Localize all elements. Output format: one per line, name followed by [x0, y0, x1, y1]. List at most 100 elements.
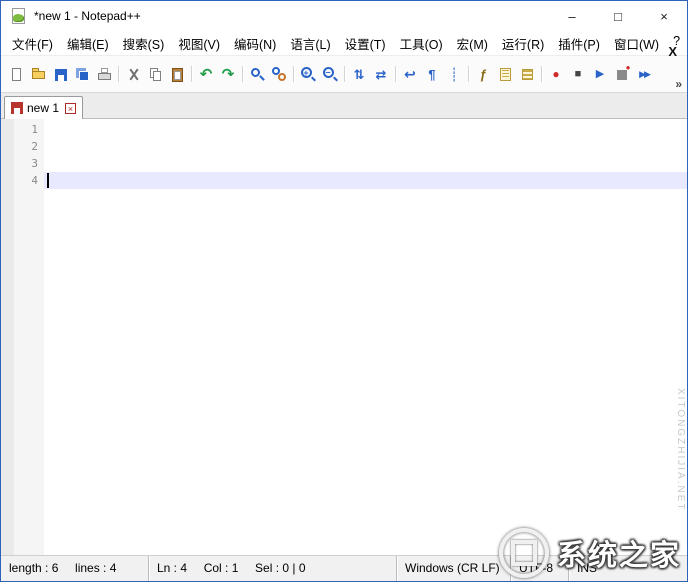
toolbar-separator: [541, 66, 542, 82]
toolbar-separator: [344, 66, 345, 82]
line-number: 4: [14, 172, 38, 189]
menu-item-tools[interactable]: 工具(O): [393, 31, 450, 56]
cut-glyph: [125, 66, 142, 83]
sync-horizontal-icon[interactable]: [370, 63, 392, 85]
menu-items: 文件(F)编辑(E)搜索(S)视图(V)编码(N)语言(L)设置(T)工具(O)…: [5, 31, 687, 56]
menu-item-encoding[interactable]: 编码(N): [227, 31, 283, 56]
menu-item-macro[interactable]: 宏(M): [450, 31, 495, 56]
status-bar: length : 6 lines : 4Ln : 4 Col : 1 Sel :…: [1, 555, 687, 581]
toolbar-separator: [293, 66, 294, 82]
unsaved-document-icon: [11, 102, 23, 114]
redo-icon[interactable]: [217, 63, 239, 85]
paste-icon[interactable]: [166, 63, 188, 85]
sync-vertical-glyph: [351, 66, 368, 83]
menubar-close-x[interactable]: X: [668, 44, 677, 59]
menu-item-view[interactable]: 视图(V): [171, 31, 227, 56]
tab-new-1[interactable]: new 1 ×: [4, 96, 83, 119]
save-file-icon[interactable]: [49, 63, 71, 85]
line-number-gutter: 1234: [14, 119, 44, 555]
document-list-icon[interactable]: [516, 63, 538, 85]
menu-item-file[interactable]: 文件(F): [5, 31, 60, 56]
replace-glyph: [271, 66, 288, 83]
cut-icon[interactable]: [122, 63, 144, 85]
play-macro-glyph: [592, 66, 609, 83]
save-file-glyph: [52, 66, 69, 83]
status-position: Ln : 4 Col : 1 Sel : 0 | 0: [149, 556, 397, 581]
run-macro-multiple-icon[interactable]: [633, 63, 655, 85]
toolbar-icons: [5, 63, 655, 85]
tab-bar: new 1 ×: [1, 93, 687, 119]
menu-item-window[interactable]: 窗口(W): [607, 31, 666, 56]
editor-area[interactable]: 1234: [1, 119, 687, 555]
line-number: 3: [14, 155, 38, 172]
toolbar: »: [1, 55, 687, 93]
print-glyph: [96, 66, 113, 83]
toolbar-overflow-chevron[interactable]: »: [675, 77, 682, 91]
undo-icon[interactable]: [195, 63, 217, 85]
show-all-chars-glyph: [424, 66, 441, 83]
run-macro-multiple-glyph: [636, 66, 653, 83]
menu-item-search[interactable]: 搜索(S): [116, 31, 172, 56]
zoom-in-icon[interactable]: [297, 63, 319, 85]
line-number: 1: [14, 121, 38, 138]
function-list-glyph: [475, 66, 492, 83]
status-typing-mode: INS: [569, 556, 687, 581]
sync-vertical-icon[interactable]: [348, 63, 370, 85]
toolbar-separator: [118, 66, 119, 82]
close-button[interactable]: ×: [641, 1, 687, 31]
new-file-icon[interactable]: [5, 63, 27, 85]
show-all-chars-icon[interactable]: [421, 63, 443, 85]
undo-glyph: [198, 66, 215, 83]
menu-item-run[interactable]: 运行(R): [495, 31, 551, 56]
toolbar-separator: [395, 66, 396, 82]
bookmark-margin[interactable]: [1, 119, 14, 555]
menu-item-edit[interactable]: 编辑(E): [60, 31, 116, 56]
status-eol: Windows (CR LF): [397, 556, 511, 581]
document-map-glyph: [497, 66, 514, 83]
document-list-glyph: [519, 66, 536, 83]
record-macro-icon[interactable]: [545, 63, 567, 85]
zoom-out-icon[interactable]: [319, 63, 341, 85]
menu-item-plugins[interactable]: 插件(P): [551, 31, 607, 56]
status-doc-size: length : 6 lines : 4: [1, 556, 149, 581]
toolbar-separator: [242, 66, 243, 82]
zoom-out-glyph: [322, 66, 339, 83]
word-wrap-glyph: [402, 66, 419, 83]
window-title: *new 1 - Notepad++: [34, 9, 141, 23]
sync-horizontal-glyph: [373, 66, 390, 83]
maximize-button[interactable]: □: [595, 1, 641, 31]
tab-label: new 1: [27, 101, 59, 115]
open-file-icon[interactable]: [27, 63, 49, 85]
indent-guide-icon[interactable]: [443, 63, 465, 85]
text-caret: [47, 173, 49, 188]
menu-bar: 文件(F)编辑(E)搜索(S)视图(V)编码(N)语言(L)设置(T)工具(O)…: [1, 31, 687, 55]
notepad-window: *new 1 - Notepad++ – □ × 文件(F)编辑(E)搜索(S)…: [0, 0, 688, 582]
save-macro-icon[interactable]: [611, 63, 633, 85]
function-list-icon[interactable]: [472, 63, 494, 85]
toolbar-separator: [191, 66, 192, 82]
save-all-icon[interactable]: [71, 63, 93, 85]
minimize-button[interactable]: –: [549, 1, 595, 31]
copy-glyph: [147, 66, 164, 83]
copy-icon[interactable]: [144, 63, 166, 85]
menu-item-language[interactable]: 语言(L): [283, 31, 337, 56]
open-file-glyph: [30, 66, 47, 83]
word-wrap-icon[interactable]: [399, 63, 421, 85]
play-macro-icon[interactable]: [589, 63, 611, 85]
window-controls: – □ ×: [549, 1, 687, 31]
zoom-in-glyph: [300, 66, 317, 83]
find-icon[interactable]: [246, 63, 268, 85]
print-icon[interactable]: [93, 63, 115, 85]
document-map-icon[interactable]: [494, 63, 516, 85]
current-line-highlight: [44, 172, 687, 189]
menu-item-settings[interactable]: 设置(T): [338, 31, 393, 56]
line-number: 2: [14, 138, 38, 155]
replace-icon[interactable]: [268, 63, 290, 85]
text-area[interactable]: [44, 119, 687, 555]
tab-close-icon[interactable]: ×: [65, 103, 76, 114]
title-bar[interactable]: *new 1 - Notepad++ – □ ×: [1, 1, 687, 31]
stop-macro-glyph: [570, 66, 587, 83]
save-macro-glyph: [614, 66, 631, 83]
new-file-glyph: [8, 66, 25, 83]
stop-macro-icon[interactable]: [567, 63, 589, 85]
